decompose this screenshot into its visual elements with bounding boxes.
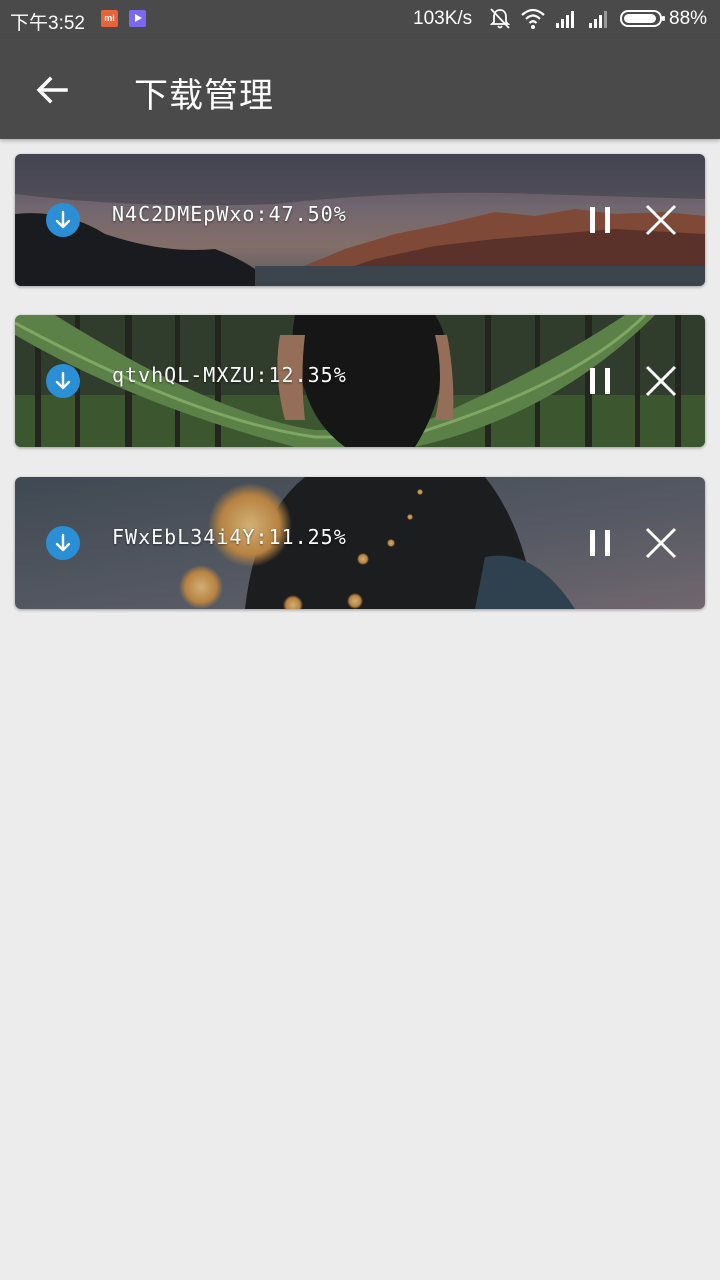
page-title: 下载管理: [134, 76, 274, 116]
download-item[interactable]: qtvhQL-MXZU:12.35%: [15, 315, 705, 447]
cancel-button[interactable]: [641, 361, 681, 401]
app-bar: 下载管理: [0, 38, 720, 139]
download-progress-label: FWxEbL34i4Y:11.25%: [112, 525, 347, 549]
pause-icon: [590, 368, 610, 394]
pause-button[interactable]: [583, 523, 619, 563]
status-bar: 下午3:52 mi 103K/s 88%: [0, 0, 720, 38]
download-item[interactable]: FWxEbL34i4Y:11.25%: [15, 477, 705, 609]
arrow-back-icon: [36, 76, 68, 104]
download-icon: [46, 526, 80, 560]
download-icon: [46, 203, 80, 237]
signal-icon: [588, 6, 612, 38]
signal-icon: [555, 6, 579, 38]
status-time: 下午3:52: [10, 13, 85, 34]
close-icon: [645, 204, 677, 236]
pause-button[interactable]: [583, 200, 619, 240]
download-progress-label: N4C2DMEpWxo:47.50%: [112, 202, 347, 226]
close-icon: [645, 365, 677, 397]
pause-icon: [590, 530, 610, 556]
pause-button[interactable]: [583, 361, 619, 401]
mi-app-icon: mi: [101, 10, 118, 27]
download-icon: [46, 364, 80, 398]
battery-level: 88%: [669, 8, 708, 29]
mute-icon: [488, 6, 512, 38]
wifi-icon: [520, 6, 546, 38]
network-speed: 103K/s: [413, 8, 473, 29]
download-progress-label: qtvhQL-MXZU:12.35%: [112, 363, 347, 387]
battery-icon: [620, 6, 666, 38]
cancel-button[interactable]: [641, 200, 681, 240]
cancel-button[interactable]: [641, 523, 681, 563]
download-item[interactable]: N4C2DMEpWxo:47.50%: [15, 154, 705, 286]
video-app-icon: [129, 10, 146, 27]
pause-icon: [590, 207, 610, 233]
close-icon: [645, 527, 677, 559]
back-button[interactable]: [28, 66, 76, 114]
